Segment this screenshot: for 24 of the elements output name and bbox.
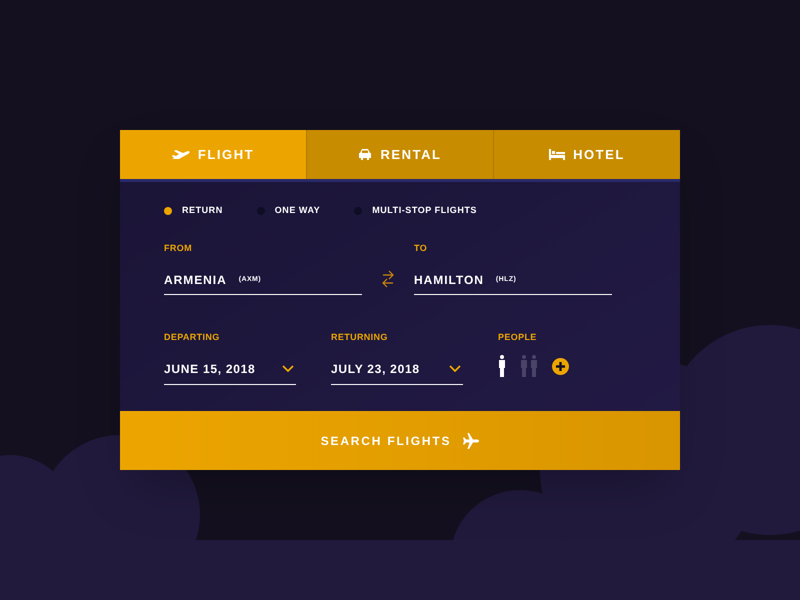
city-name: ARMENIA: [164, 272, 227, 289]
radio-label[interactable]: RETURN: [182, 204, 223, 218]
car-icon: [358, 149, 372, 160]
field-label: PEOPLE: [498, 331, 538, 343]
date-dropdown[interactable]: JUNE 15, 2018: [164, 353, 296, 385]
radio-label[interactable]: ONE WAY: [274, 204, 320, 218]
city-name: HAMILTON: [414, 272, 484, 289]
field-label: FROM: [164, 242, 193, 254]
add-icon[interactable]: [552, 358, 569, 374]
swap-icon[interactable]: [382, 270, 394, 288]
date-dropdown[interactable]: JULY 23, 2018: [331, 353, 463, 385]
field-label: RETURNING: [331, 331, 389, 343]
chevron-down-icon: [282, 365, 294, 372]
field-label: DEPARTING: [164, 331, 221, 343]
date-value: JULY 23, 2018: [331, 360, 420, 378]
chevron-down-icon: [449, 365, 461, 372]
date-value: JUNE 15, 2018: [164, 360, 256, 378]
person-icon[interactable]: [498, 355, 506, 377]
radio-label[interactable]: MULTI-STOP FLIGHTS: [372, 204, 477, 218]
plane-icon: [172, 150, 190, 160]
bed-icon: [549, 149, 566, 160]
radio-button[interactable]: [164, 207, 172, 215]
plane-icon: [463, 432, 480, 448]
field-label: TO: [414, 242, 428, 254]
